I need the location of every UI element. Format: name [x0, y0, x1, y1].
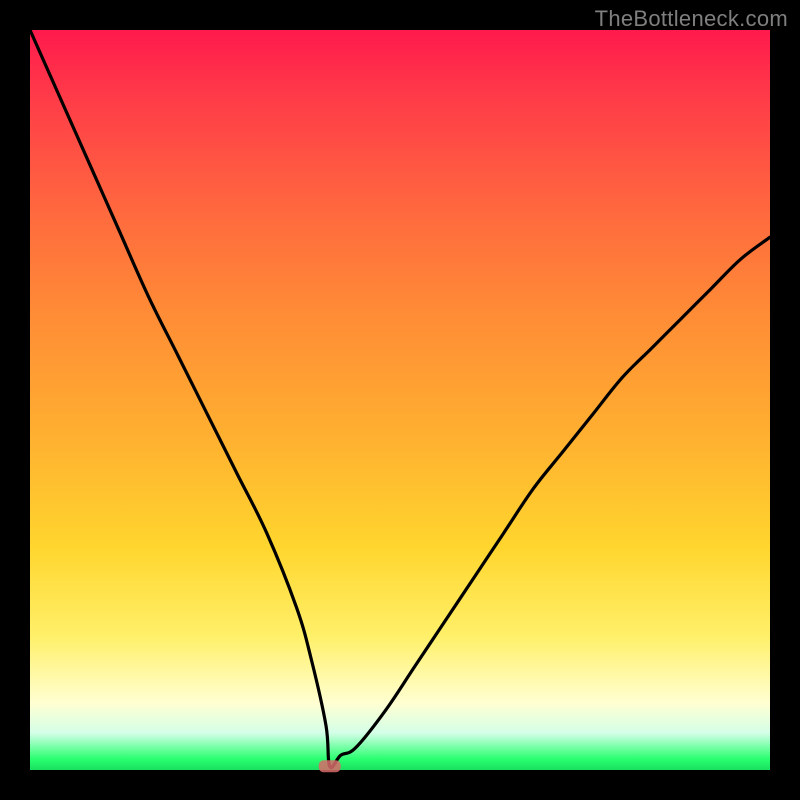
chart-frame: TheBottleneck.com [0, 0, 800, 800]
watermark-text: TheBottleneck.com [595, 6, 788, 32]
minimum-marker [319, 760, 341, 772]
plot-area [30, 30, 770, 770]
bottleneck-curve [30, 30, 770, 770]
